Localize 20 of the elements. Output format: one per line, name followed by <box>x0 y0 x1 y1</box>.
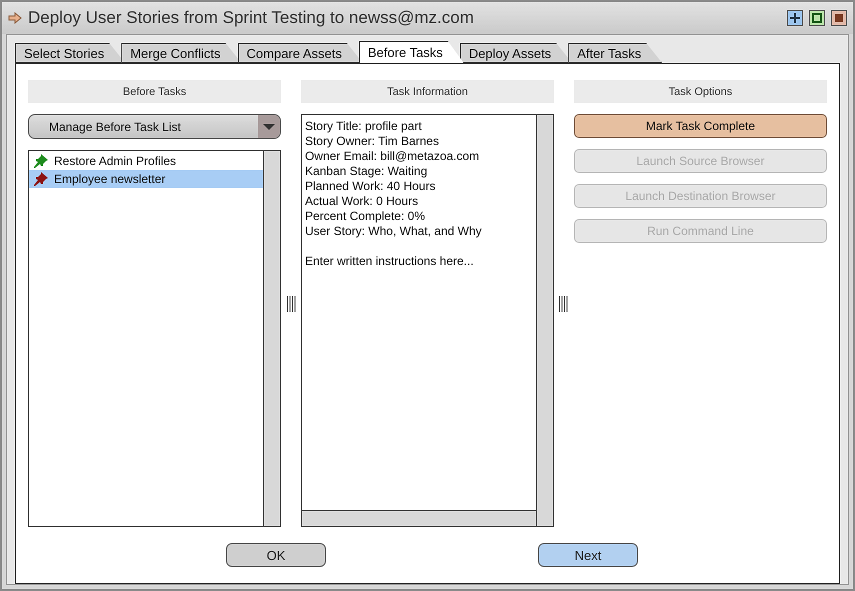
window-title: Deploy User Stories from Sprint Testing to newss@mz.com <box>28 8 475 28</box>
maximize-icon[interactable] <box>809 10 825 26</box>
close-icon[interactable] <box>831 10 847 26</box>
column-header: Task Options <box>574 80 828 103</box>
column-header: Task Information <box>300 80 554 103</box>
column-header: Before Tasks <box>28 80 282 103</box>
add-icon[interactable] <box>787 10 803 26</box>
task-list-dropdown[interactable]: Manage Before Task List <box>28 114 282 139</box>
tab[interactable]: Before Tasks <box>358 41 464 63</box>
task-option-button[interactable]: Mark Task Complete <box>574 114 828 138</box>
next-button[interactable]: Next <box>538 543 638 567</box>
scrollbar[interactable] <box>302 510 536 526</box>
arrow-icon <box>8 12 22 24</box>
tab[interactable]: After Tasks <box>568 43 662 63</box>
ok-button[interactable]: OK <box>226 543 326 567</box>
task-list-item[interactable]: Employee newsletter <box>29 170 264 188</box>
scrollbar[interactable] <box>536 115 554 526</box>
caret-icon <box>258 115 280 138</box>
task-list-item[interactable]: Restore Admin Profiles <box>29 152 264 170</box>
scrollbar[interactable] <box>263 151 280 526</box>
